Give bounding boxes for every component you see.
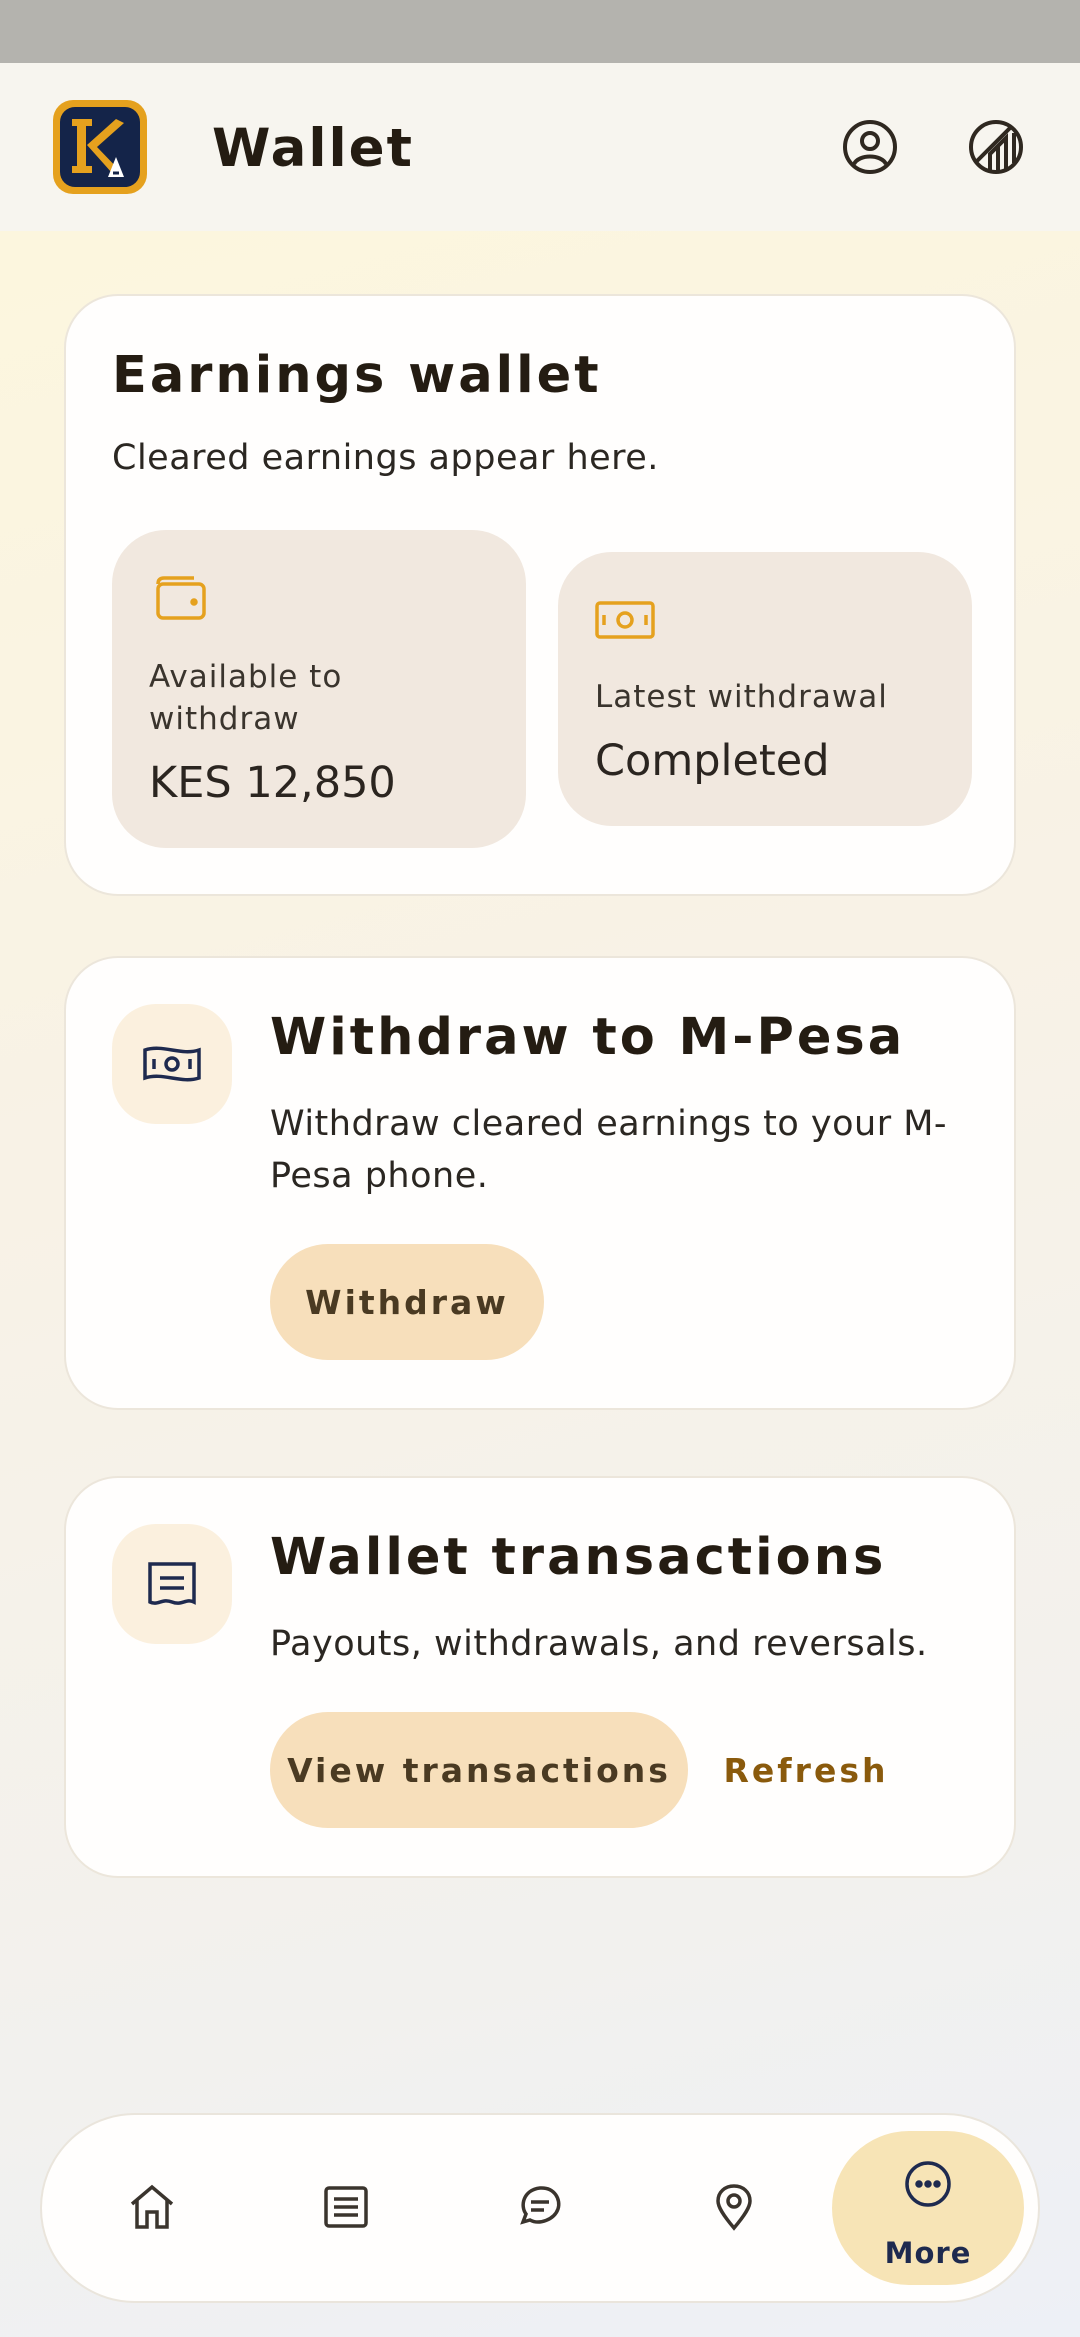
earnings-wallet-title: Earnings wallet (112, 346, 602, 405)
app-bar (0, 63, 1080, 231)
theme-toggle-icon[interactable] (966, 117, 1026, 177)
more-icon (905, 2161, 951, 2207)
home-icon (130, 2184, 174, 2229)
location-pin-icon (716, 2184, 752, 2231)
latest-withdrawal-status: Completed (595, 736, 830, 786)
banknote-icon (143, 1046, 201, 1082)
nav-more[interactable]: More (832, 2131, 1024, 2285)
page-title: Wallet (212, 118, 414, 179)
nav-more-label: More (884, 2236, 972, 2270)
app-logo[interactable] (53, 100, 147, 194)
latest-withdrawal-tile: Latest withdrawal Completed (558, 552, 972, 826)
view-transactions-button[interactable]: View transactions (270, 1712, 688, 1828)
receipt-icon (148, 1562, 196, 1605)
list-icon (324, 2186, 368, 2228)
withdraw-icon-tile (112, 1004, 232, 1124)
withdraw-button[interactable]: Withdraw (270, 1244, 544, 1360)
latest-withdrawal-label: Latest withdrawal (595, 679, 888, 715)
wallet-transactions-card: Wallet transactions Payouts, withdrawals… (64, 1476, 1016, 1878)
earnings-wallet-card: Earnings wallet Cleared earnings appear … (64, 294, 1016, 896)
nav-list[interactable] (306, 2167, 386, 2247)
nav-messages[interactable] (500, 2167, 580, 2247)
app-logo-glyph (72, 119, 124, 177)
withdraw-mpesa-card: Withdraw to M-Pesa Withdraw cleared earn… (64, 956, 1016, 1410)
profile-icon[interactable] (840, 117, 900, 177)
banknote-icon (595, 601, 655, 639)
nav-home[interactable] (112, 2167, 192, 2247)
chat-icon (520, 2186, 561, 2225)
earnings-wallet-subtitle: Cleared earnings appear here. (112, 438, 659, 478)
wallet-icon (156, 576, 206, 620)
nav-location[interactable] (694, 2167, 774, 2247)
transactions-subtitle: Payouts, withdrawals, and reversals. (270, 1624, 928, 1664)
refresh-button[interactable]: Refresh (716, 1712, 896, 1828)
available-label: Available to withdraw (149, 659, 343, 737)
withdraw-title: Withdraw to M-Pesa (270, 1008, 906, 1067)
transactions-title: Wallet transactions (270, 1528, 887, 1587)
status-bar (0, 0, 1080, 63)
available-balance-tile: Available to withdraw KES 12,850 (112, 530, 526, 848)
transactions-icon-tile (112, 1524, 232, 1644)
withdraw-subtitle: Withdraw cleared earnings to your M-Pesa… (270, 1104, 948, 1196)
available-amount: KES 12,850 (149, 758, 396, 808)
